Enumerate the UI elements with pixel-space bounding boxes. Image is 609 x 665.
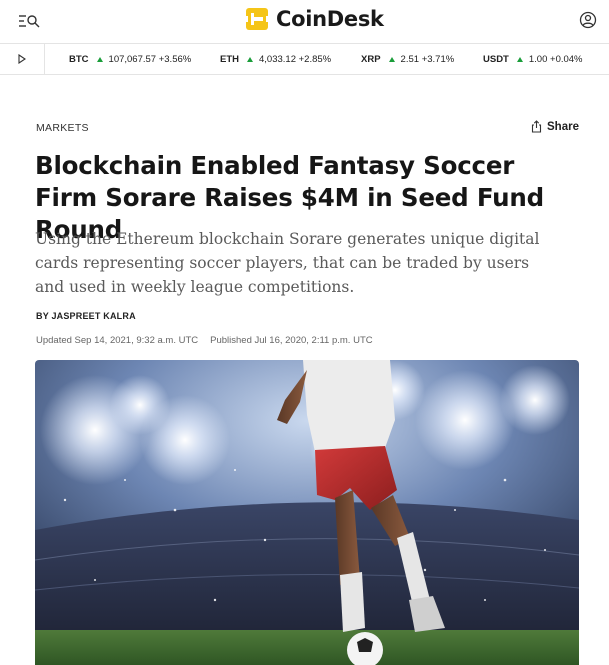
menu-search-icon[interactable] xyxy=(18,11,42,31)
up-arrow-icon xyxy=(388,56,395,62)
byline: BY JASPREET KALRA xyxy=(36,311,136,321)
category-label[interactable]: MARKETS xyxy=(36,122,89,134)
up-arrow-icon xyxy=(516,56,523,62)
price-ticker: BTC 107,067.57 +3.56% ETH 4,033.12 +2.85… xyxy=(0,44,609,75)
published-date: Published Jul 16, 2020, 2:11 p.m. UTC xyxy=(210,335,373,346)
updated-date: Updated Sep 14, 2021, 9:32 a.m. UTC xyxy=(36,335,199,346)
coindesk-logo-icon xyxy=(244,8,270,30)
coindesk-logo[interactable]: CoinDesk xyxy=(244,5,384,33)
logo-text: CoinDesk xyxy=(276,7,384,31)
share-label: Share xyxy=(547,120,579,133)
ticker-item-eth[interactable]: ETH 4,033.12 +2.85% xyxy=(220,44,331,74)
play-icon xyxy=(18,54,26,64)
article-subtitle: Using the Ethereum blockchain Sorare gen… xyxy=(35,230,540,296)
ticker-item-usdt[interactable]: USDT 1.00 +0.04% xyxy=(483,44,583,74)
ticker-item-btc[interactable]: BTC 107,067.57 +3.56% xyxy=(69,44,191,74)
share-icon xyxy=(531,120,542,133)
article-dates: Updated Sep 14, 2021, 9:32 a.m. UTC Publi… xyxy=(36,335,373,346)
up-arrow-icon xyxy=(96,56,103,62)
up-arrow-icon xyxy=(247,56,253,62)
user-account-icon[interactable] xyxy=(578,10,598,30)
author-link[interactable]: JASPREET KALRA xyxy=(51,311,135,321)
share-button[interactable]: Share xyxy=(531,120,579,133)
hero-image xyxy=(35,360,579,665)
ticker-play-button[interactable] xyxy=(0,44,45,74)
ticker-item-xrp[interactable]: XRP 2.51 +3.71% xyxy=(361,44,454,74)
site-header: CoinDesk xyxy=(0,0,609,44)
byline-prefix: BY xyxy=(36,311,49,321)
